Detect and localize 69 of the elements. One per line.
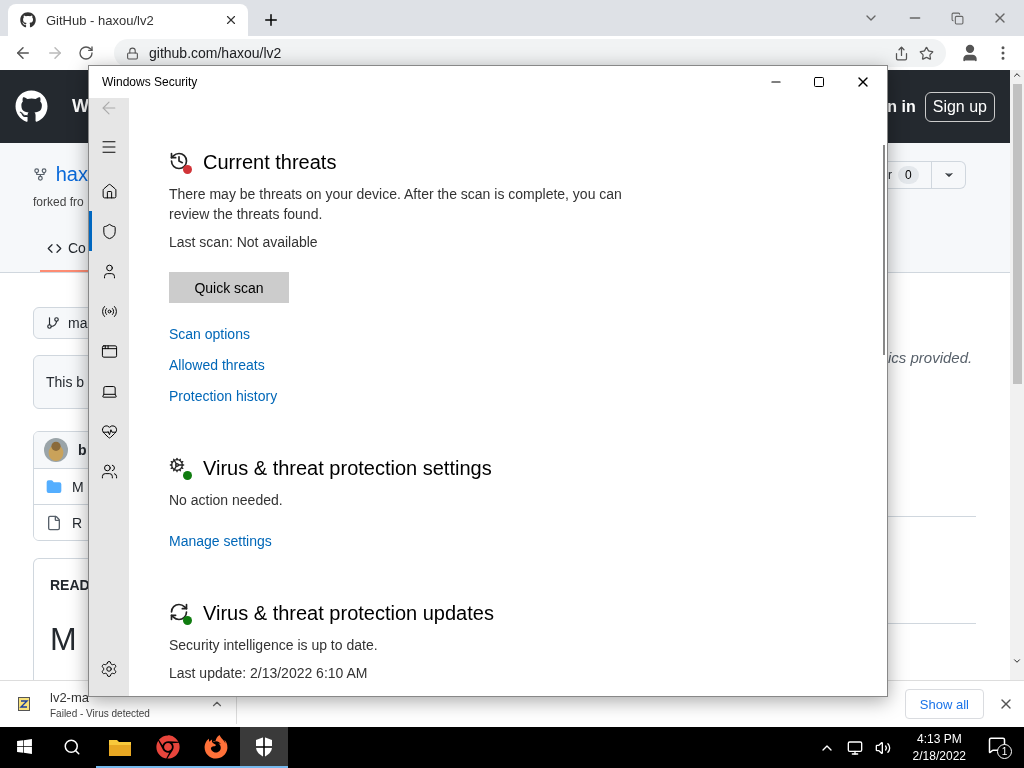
forked-from-text: forked fro bbox=[33, 195, 84, 209]
new-tab-icon[interactable] bbox=[262, 11, 280, 29]
firefox-icon bbox=[204, 734, 228, 759]
section-title: Current threats bbox=[203, 150, 337, 174]
sign-up-button[interactable]: Sign up bbox=[924, 91, 995, 122]
window-title: Windows Security bbox=[102, 75, 198, 89]
notice-text: This b bbox=[33, 355, 88, 409]
profile-icon[interactable] bbox=[960, 43, 980, 63]
heartbeat-icon bbox=[100, 422, 118, 440]
section-text: There may be threats on your device. After the scan is complete, you can review the threats found. bbox=[169, 185, 623, 224]
section-text: Security intelligence is up to date. bbox=[169, 636, 378, 655]
reload-icon[interactable] bbox=[78, 45, 94, 61]
back-icon[interactable] bbox=[14, 44, 32, 62]
windows-icon bbox=[15, 738, 33, 755]
readme-title: M bbox=[50, 621, 78, 658]
scroll-bar[interactable] bbox=[883, 145, 885, 355]
refresh-check-icon bbox=[169, 602, 191, 624]
shield-icon bbox=[254, 735, 274, 758]
browser-tab[interactable]: GitHub - haxou/lv2 bbox=[8, 4, 248, 36]
repo-name-link[interactable]: hax bbox=[55, 163, 88, 186]
chrome-icon bbox=[156, 734, 180, 759]
archive-icon[interactable] bbox=[18, 697, 30, 711]
notification-button[interactable]: 1 bbox=[988, 736, 1012, 759]
clock-warning-icon bbox=[169, 151, 191, 173]
section-text: Last update: 2/13/2022 6:10 AM bbox=[169, 664, 368, 683]
close-icon[interactable] bbox=[224, 13, 238, 27]
section-title: Virus & threat protection settings bbox=[203, 456, 492, 480]
section-text: No action needed. bbox=[169, 491, 283, 510]
section-text: Last scan: Not available bbox=[169, 233, 318, 252]
volume-icon[interactable] bbox=[874, 739, 891, 756]
about-text: ics provided. bbox=[888, 349, 974, 366]
star-count: 0 bbox=[898, 166, 919, 184]
maximize-icon[interactable] bbox=[813, 76, 825, 88]
section-title: Virus & threat protection updates bbox=[203, 601, 494, 625]
header-title: W bbox=[72, 96, 89, 117]
scroll-bar[interactable] bbox=[1010, 70, 1024, 680]
fork-icon bbox=[33, 167, 48, 182]
star-button[interactable]: r 0 bbox=[888, 161, 966, 189]
commit-row: b bbox=[34, 432, 88, 468]
quick-scan-button[interactable]: Quick scan bbox=[169, 272, 289, 303]
gear-check-icon bbox=[169, 457, 191, 479]
notification-badge: 1 bbox=[997, 744, 1012, 759]
address-bar[interactable]: github.com/haxou/lv2 bbox=[114, 39, 946, 67]
section-link[interactable]: Scan options bbox=[169, 324, 250, 344]
download-status: Failed - Virus detected bbox=[50, 707, 151, 719]
github-icon[interactable] bbox=[15, 90, 48, 123]
search-icon bbox=[63, 737, 81, 756]
window-icon bbox=[100, 342, 118, 360]
branch-icon bbox=[46, 316, 60, 330]
branch-button[interactable]: ma bbox=[33, 307, 88, 339]
section-link[interactable]: Manage settings bbox=[169, 531, 272, 551]
restore-icon[interactable] bbox=[951, 11, 964, 25]
folder-icon bbox=[46, 478, 62, 495]
section-link[interactable]: Protection history bbox=[169, 386, 278, 406]
message-icon bbox=[988, 736, 1006, 754]
clock[interactable]: 4:13 PM 2/18/2022 bbox=[912, 730, 966, 765]
taskbar-app[interactable] bbox=[240, 727, 288, 768]
sign-in-link[interactable]: n in bbox=[887, 97, 916, 116]
people-icon bbox=[100, 462, 118, 480]
home-icon bbox=[100, 182, 118, 200]
network-icon[interactable] bbox=[846, 739, 863, 756]
file-row[interactable]: R bbox=[34, 504, 88, 540]
shield-icon bbox=[100, 222, 118, 240]
github-icon bbox=[20, 12, 36, 28]
file-icon bbox=[46, 514, 62, 531]
section-link[interactable]: Allowed threats bbox=[169, 355, 265, 375]
show-all-button[interactable]: Show all bbox=[904, 689, 984, 719]
settings-icon[interactable] bbox=[100, 660, 118, 678]
menu-icon[interactable] bbox=[100, 138, 118, 156]
